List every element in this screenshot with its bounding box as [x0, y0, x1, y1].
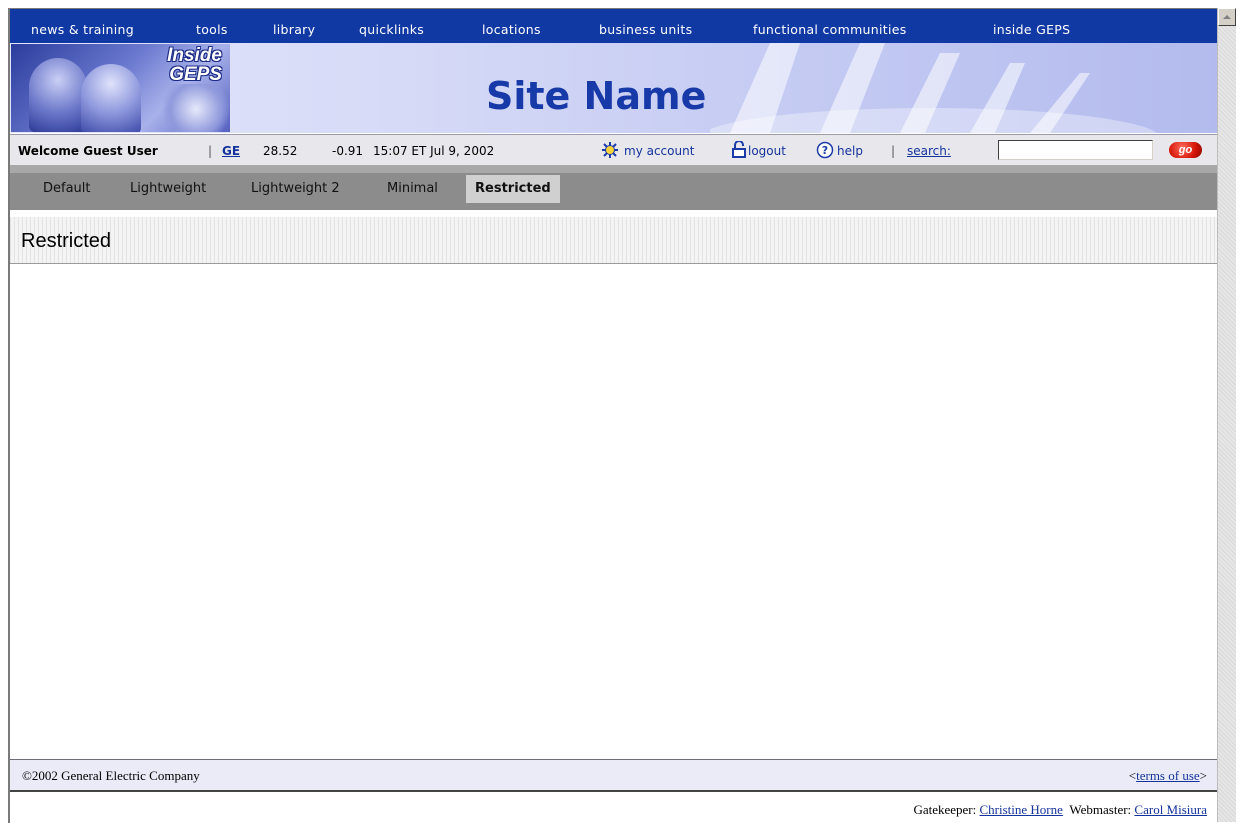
- scroll-up-button[interactable]: [1218, 8, 1236, 26]
- nav-functional-communities[interactable]: functional communities: [753, 22, 907, 37]
- footer-bar: ©2002 General Electric Company <terms of…: [10, 759, 1219, 792]
- inside-geps-logo[interactable]: Inside GEPS: [11, 44, 230, 132]
- scroll-up-arrow-icon: [1223, 15, 1231, 19]
- tab-default[interactable]: Default: [34, 178, 100, 200]
- gatekeeper-link[interactable]: Christine Horne: [980, 802, 1063, 817]
- photo-person: [29, 58, 87, 132]
- tabs-top-strip: [10, 165, 1219, 173]
- logout-link[interactable]: logout: [748, 144, 786, 158]
- welcome-greeting: Welcome Guest User: [18, 144, 158, 158]
- logout-icon: [732, 141, 746, 158]
- content-area: [10, 264, 1219, 758]
- go-button[interactable]: go: [1169, 142, 1202, 158]
- nav-tools[interactable]: tools: [196, 22, 228, 37]
- copyright-text: ©2002 General Electric Company: [22, 768, 200, 783]
- site-name: Site Name: [486, 74, 707, 118]
- logo-text: Inside GEPS: [167, 46, 222, 84]
- photo-person: [81, 64, 141, 132]
- tab-lightweight-2[interactable]: Lightweight 2: [242, 178, 349, 200]
- separator: |: [891, 144, 896, 158]
- stock-change: -0.91: [332, 144, 364, 158]
- nav-quicklinks[interactable]: quicklinks: [359, 22, 424, 37]
- terms-of-use: <terms of use>: [1129, 768, 1207, 784]
- welcome-bar: Welcome Guest User | GE 28.52 -0.91 15:0…: [10, 134, 1219, 166]
- tab-lightweight[interactable]: Lightweight: [121, 178, 215, 200]
- page-heading-strip: Restricted: [10, 217, 1219, 264]
- webmaster-link[interactable]: Carol Misiura: [1134, 802, 1207, 817]
- help-icon: ?: [816, 141, 834, 159]
- stock-timestamp: 15:07 ET Jul 9, 2002: [373, 144, 495, 158]
- nav-news-training[interactable]: news & training: [31, 22, 134, 37]
- nav-locations[interactable]: locations: [482, 22, 541, 37]
- search-label-link[interactable]: search:: [907, 144, 951, 158]
- nav-inside-geps[interactable]: inside GEPS: [993, 22, 1070, 37]
- svg-text:?: ?: [822, 144, 828, 157]
- terms-bracket-close: >: [1199, 768, 1207, 783]
- banner: Inside GEPS Site Name: [10, 43, 1219, 133]
- gatekeeper-webmaster: Gatekeeper: Christine Horne Webmaster: C…: [913, 802, 1207, 818]
- separator: |: [208, 144, 213, 158]
- nav-library[interactable]: library: [273, 22, 315, 37]
- footer-credits: Gatekeeper: Christine Horne Webmaster: C…: [10, 792, 1219, 823]
- top-navigation: news & training tools library quicklinks…: [10, 9, 1219, 44]
- vertical-scrollbar[interactable]: [1217, 8, 1236, 822]
- gear-icon: [602, 142, 618, 158]
- browser-frame: news & training tools library quicklinks…: [8, 8, 1219, 823]
- gatekeeper-label: Gatekeeper:: [913, 802, 977, 817]
- logo-highlight: [161, 84, 230, 132]
- banner-rays-graphic: [710, 43, 1157, 133]
- tab-restricted[interactable]: Restricted: [466, 175, 560, 203]
- nav-business-units[interactable]: business units: [599, 22, 692, 37]
- logo-line-2: GEPS: [169, 64, 222, 85]
- webmaster-label: Webmaster:: [1069, 802, 1132, 817]
- layout-tabs: Default Lightweight Lightweight 2 Minima…: [10, 165, 1219, 210]
- terms-bracket-open: <: [1128, 768, 1137, 783]
- help-link[interactable]: help: [837, 144, 863, 158]
- page-title: Restricted: [21, 230, 112, 252]
- my-account-link[interactable]: my account: [624, 144, 694, 158]
- stock-price: 28.52: [263, 144, 298, 158]
- tab-minimal[interactable]: Minimal: [378, 178, 447, 200]
- stock-ticker-link[interactable]: GE: [222, 144, 240, 158]
- search-input[interactable]: [998, 140, 1153, 160]
- terms-of-use-link[interactable]: terms of use: [1136, 768, 1200, 783]
- logo-line-1: Inside: [167, 45, 222, 66]
